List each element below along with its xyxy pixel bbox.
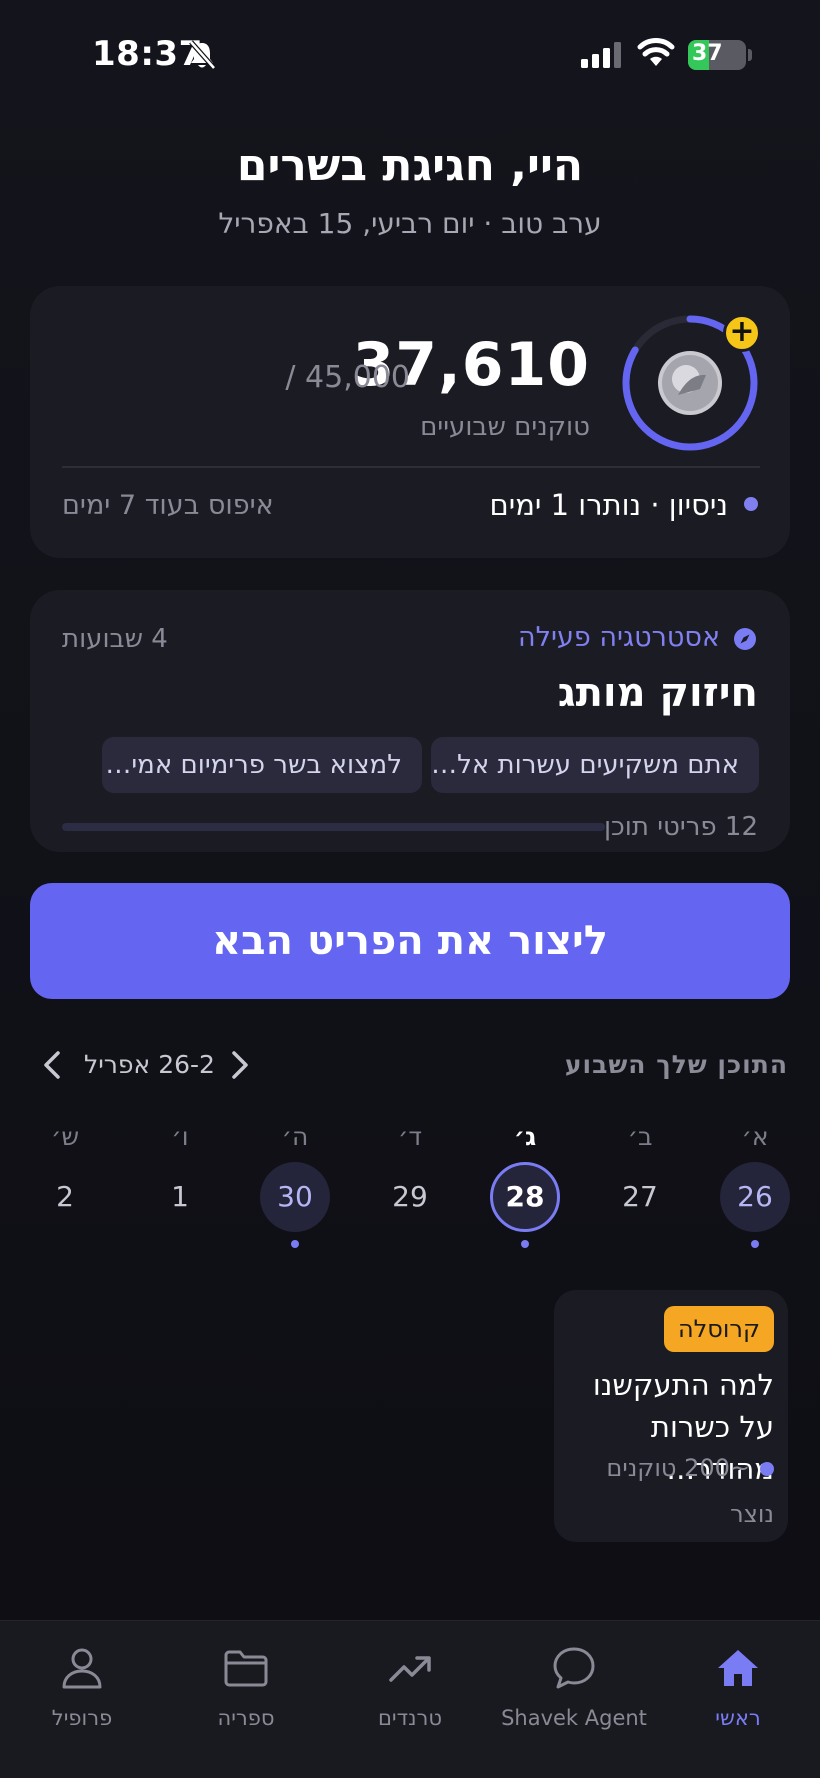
strategy-chip[interactable]: למצוא בשר פרימיום אמי… xyxy=(102,737,422,793)
greeting-subtitle: ערב טוב · יום רביעי, 15 באפריל xyxy=(218,207,602,240)
wifi-icon xyxy=(637,38,675,66)
day-letter: א׳ xyxy=(741,1122,769,1151)
strategy-chip[interactable]: אתם משקיעים עשרות אל… xyxy=(431,737,759,793)
trial-status: ניסיון · נותרו 1 ימים xyxy=(489,488,728,522)
trial-status-dot xyxy=(744,497,758,511)
tab-label: ספריה xyxy=(217,1706,275,1730)
day-letter: ב׳ xyxy=(627,1122,653,1151)
day-number[interactable]: 26 xyxy=(720,1162,790,1232)
tab-label: פרופיל xyxy=(51,1706,113,1730)
home-icon xyxy=(718,1650,758,1686)
day-column[interactable]: ה׳ 30 xyxy=(255,1120,335,1248)
compass-icon xyxy=(734,628,756,650)
day-content-dot xyxy=(521,1240,529,1248)
trending-icon xyxy=(389,1656,431,1682)
content-status: נוצר xyxy=(730,1500,774,1528)
day-number[interactable]: 1 xyxy=(145,1162,215,1232)
battery-indicator: 37 xyxy=(688,40,746,70)
battery-nub xyxy=(748,49,752,61)
tokens-dot xyxy=(760,1462,774,1476)
user-icon xyxy=(62,1648,102,1689)
day-number[interactable]: 30 xyxy=(260,1162,330,1232)
chat-bubble-icon xyxy=(553,1647,595,1689)
tab-label: ראשי xyxy=(715,1706,761,1730)
chevron-left-icon[interactable] xyxy=(40,1048,64,1082)
week-section-title: התוכן שלך השבוע xyxy=(564,1050,788,1079)
chevron-right-icon[interactable] xyxy=(228,1048,252,1082)
token-max: / 45,000 xyxy=(285,360,410,395)
folder-icon xyxy=(224,1650,268,1687)
battery-percent: 37 xyxy=(692,41,723,66)
day-content-dot xyxy=(636,1240,644,1248)
content-tokens: ~200 טוקנים xyxy=(606,1454,750,1482)
day-column[interactable]: ש׳ 2 xyxy=(25,1120,105,1248)
week-range: 26-2 אפריל xyxy=(84,1050,215,1079)
strategy-tag: אסטרטגיה פעילה xyxy=(518,622,720,653)
day-number[interactable]: 2 xyxy=(30,1162,100,1232)
day-number[interactable]: 29 xyxy=(375,1162,445,1232)
day-content-dot xyxy=(291,1240,299,1248)
day-column[interactable]: ו׳ 1 xyxy=(140,1120,220,1248)
content-items-progress xyxy=(62,823,605,831)
token-label: טוקנים שבועיים xyxy=(420,412,590,442)
content-type-badge: קרוסלה xyxy=(663,1306,774,1352)
day-number[interactable]: 27 xyxy=(605,1162,675,1232)
tab-home[interactable]: ראשי xyxy=(663,1644,813,1730)
status-bar: 18:37 37 xyxy=(0,0,820,110)
day-column[interactable]: א׳ 26 xyxy=(715,1120,795,1248)
greeting-title: היי, חגיגת בשרים xyxy=(236,140,584,191)
tab-profile[interactable]: פרופיל xyxy=(7,1644,157,1730)
day-letter: ש׳ xyxy=(50,1122,80,1151)
day-content-dot xyxy=(176,1240,184,1248)
day-letter: ו׳ xyxy=(171,1122,189,1151)
day-letter: ג׳ xyxy=(513,1122,537,1151)
tab-agent[interactable]: Shavek Agent xyxy=(499,1644,649,1730)
day-number[interactable]: 28 xyxy=(490,1162,560,1232)
day-content-dot xyxy=(61,1240,69,1248)
strategy-duration: 4 שבועות xyxy=(62,624,168,654)
tab-label: טרנדים xyxy=(378,1706,442,1730)
create-next-item-button[interactable]: ליצור את הפריט הבא xyxy=(30,883,790,999)
day-letter: ה׳ xyxy=(281,1122,309,1151)
tab-label: Shavek Agent xyxy=(501,1706,647,1730)
day-content-dot xyxy=(751,1240,759,1248)
tab-trends[interactable]: טרנדים xyxy=(335,1644,485,1730)
content-items-count: 12 פריטי תוכן xyxy=(603,812,758,842)
bell-muted-icon xyxy=(189,40,216,70)
day-column[interactable]: ד׳ 29 xyxy=(370,1120,450,1248)
day-column[interactable]: ב׳ 27 xyxy=(600,1120,680,1248)
tab-library[interactable]: ספריה xyxy=(171,1644,321,1730)
add-tokens-button[interactable]: + xyxy=(723,314,761,352)
card-divider xyxy=(62,466,760,468)
reset-countdown: איפוס בעוד 7 ימים xyxy=(62,490,274,521)
cellular-signal-icon xyxy=(581,42,621,68)
day-letter: ד׳ xyxy=(397,1122,423,1151)
status-time: 18:37 xyxy=(92,34,203,74)
day-column[interactable]: ג׳ 28 xyxy=(485,1120,565,1248)
day-content-dot xyxy=(406,1240,414,1248)
strategy-title: חיזוק מותג xyxy=(557,670,758,716)
